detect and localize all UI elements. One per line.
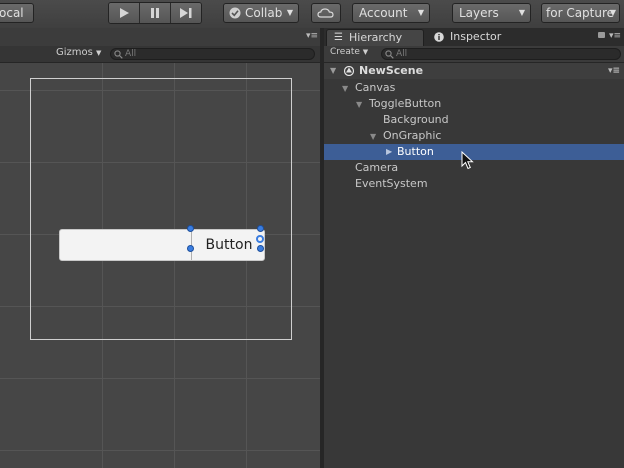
chevron-down-icon: ▼	[609, 8, 616, 17]
hierarchy-item-ongraphic[interactable]: ▼ OnGraphic	[370, 128, 441, 144]
rect-handle-tr[interactable]	[257, 225, 264, 232]
playback-controls	[108, 2, 202, 24]
cloud-icon	[317, 8, 334, 18]
step-button[interactable]	[171, 3, 201, 23]
create-dropdown[interactable]: Create ▼	[330, 47, 368, 57]
hierarchy-item-label: Button	[397, 145, 434, 158]
layers-dropdown[interactable]: Layers ▼	[452, 3, 531, 23]
layout-dropdown[interactable]: for Capture ▼	[541, 3, 620, 23]
rect-handle-tl[interactable]	[187, 225, 194, 232]
create-label: Create	[330, 47, 360, 57]
panel-menu-icon[interactable]: ▾≡	[306, 31, 318, 41]
search-icon	[385, 50, 394, 59]
chevron-down-icon: ▼	[417, 8, 424, 17]
pause-button[interactable]	[140, 3, 171, 23]
scene-grid	[0, 63, 320, 468]
hierarchy-item-label: ToggleButton	[369, 97, 442, 110]
panel-menu-icon[interactable]: ▾≡	[609, 31, 621, 41]
canvas-bounds	[30, 78, 292, 340]
hierarchy-item-togglebutton[interactable]: ▼ ToggleButton	[356, 96, 441, 112]
button-preview: Button	[191, 230, 266, 260]
scene-search-input[interactable]: All	[110, 48, 315, 60]
hierarchy-item-background[interactable]: Background	[383, 112, 449, 128]
scene-viewport[interactable]: Button	[0, 63, 320, 468]
rect-handle-br[interactable]	[257, 245, 264, 252]
tab-inspector[interactable]: Inspector	[428, 29, 524, 46]
toggle-button-preview[interactable]: Button	[59, 229, 265, 261]
play-button[interactable]	[109, 3, 140, 23]
collab-dropdown[interactable]: Collab ▼	[223, 3, 299, 23]
scene-name: NewScene	[359, 64, 424, 77]
hierarchy-control-bar: Create ▼ All	[324, 46, 624, 63]
expand-arrow-icon[interactable]: ▼	[370, 129, 383, 145]
scene-search-placeholder: All	[125, 49, 137, 59]
hierarchy-item-label: Background	[383, 113, 449, 126]
hierarchy-item-label: OnGraphic	[383, 129, 442, 142]
expand-arrow-icon[interactable]: ▼	[342, 81, 355, 97]
scene-tab-bar: ▾≡	[0, 28, 320, 46]
chevron-down-icon: ▼	[362, 48, 369, 56]
tab-inspector-label: Inspector	[450, 30, 502, 43]
chevron-down-icon: ▼	[518, 8, 525, 17]
gizmos-dropdown[interactable]: Gizmos ▼	[56, 47, 101, 58]
account-dropdown[interactable]: Account ▼	[352, 3, 430, 23]
hierarchy-panel: ☰ Hierarchy Inspector ▾≡ Create ▼ All ▼ …	[324, 28, 624, 468]
search-icon	[114, 50, 123, 59]
hierarchy-item-camera[interactable]: Camera	[355, 160, 398, 176]
layout-label: for Capture	[546, 6, 615, 20]
rect-handle-bl[interactable]	[187, 245, 194, 252]
play-icon	[120, 8, 129, 18]
info-icon	[434, 32, 444, 42]
checkmark-icon	[229, 7, 241, 19]
main-toolbar: ocal Collab ▼ Account ▼ Layers ▼ for Cap…	[0, 0, 624, 29]
hierarchy-tab-bar: ☰ Hierarchy Inspector ▾≡	[324, 28, 624, 46]
lock-icon[interactable]	[598, 32, 605, 38]
scene-control-bar: Gizmos ▼ All	[0, 46, 320, 63]
hierarchy-item-label: EventSystem	[355, 177, 428, 190]
hierarchy-item-label: Canvas	[355, 81, 396, 94]
hierarchy-search-placeholder: All	[396, 49, 408, 59]
chevron-down-icon: ▼	[286, 8, 293, 17]
chevron-down-icon: ▼	[96, 49, 102, 57]
gizmos-label: Gizmos	[56, 47, 93, 58]
hierarchy-list-icon: ☰	[334, 32, 343, 43]
expand-arrow-icon[interactable]: ▼	[330, 63, 336, 79]
step-icon	[180, 8, 192, 18]
scene-root-row[interactable]: ▼ NewScene ▾≡	[324, 63, 624, 79]
pivot-local-button[interactable]: ocal	[0, 3, 34, 23]
tab-hierarchy-label: Hierarchy	[349, 31, 403, 44]
hierarchy-item-canvas[interactable]: ▼ Canvas	[342, 80, 395, 96]
collab-label: Collab	[245, 6, 283, 20]
tab-hierarchy[interactable]: ☰ Hierarchy	[326, 29, 424, 46]
hierarchy-item-eventsystem[interactable]: EventSystem	[355, 176, 428, 192]
cloud-button[interactable]	[311, 3, 341, 23]
hierarchy-search-input[interactable]: All	[381, 48, 621, 60]
mouse-cursor-icon	[461, 151, 474, 170]
pivot-handle[interactable]	[256, 235, 264, 243]
expand-arrow-icon[interactable]: ▼	[356, 97, 369, 113]
hierarchy-item-label: Camera	[355, 161, 399, 174]
layers-label: Layers	[459, 6, 499, 20]
local-label: ocal	[0, 6, 24, 20]
pause-icon	[151, 8, 159, 18]
unity-scene-icon	[344, 66, 354, 76]
scene-menu-icon[interactable]: ▾≡	[608, 63, 620, 79]
scene-panel: ▾≡ Gizmos ▼ All Button	[0, 28, 320, 468]
collapsed-arrow-icon[interactable]: ▶	[386, 144, 392, 160]
account-label: Account	[359, 6, 408, 20]
